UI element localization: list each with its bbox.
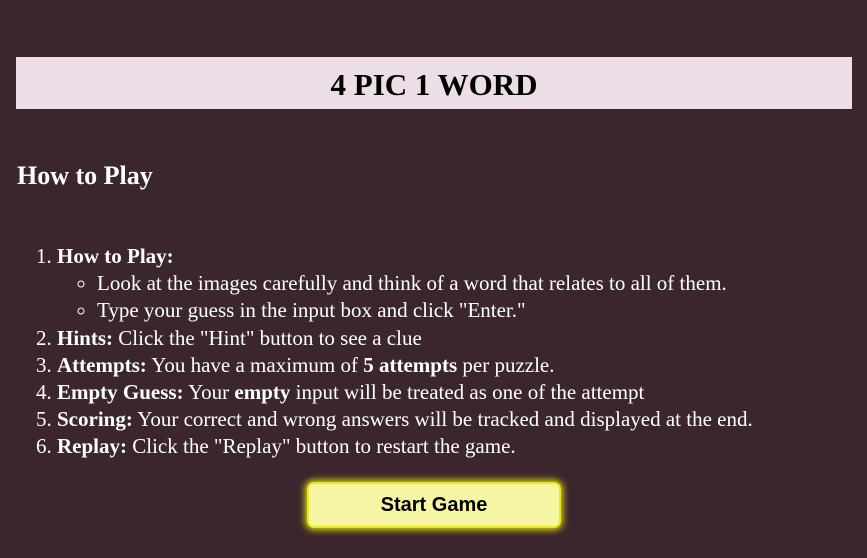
rule-subitem: Look at the images carefully and think o…	[97, 270, 753, 297]
rule-item-empty-guess: Empty Guess: Your empty input will be tr…	[57, 379, 753, 406]
rule-text: Your	[183, 380, 235, 405]
rule-item-attempts: Attempts: You have a maximum of 5 attemp…	[57, 352, 753, 379]
rule-item-how-to-play: How to Play: Look at the images carefull…	[57, 243, 753, 325]
rule-text: You have a maximum of	[146, 352, 364, 377]
rule-item-scoring: Scoring: Your correct and wrong answers …	[57, 406, 753, 433]
rule-text: Your correct and wrong answers will be t…	[132, 407, 753, 432]
rule-label: Replay:	[57, 434, 127, 459]
rule-label: Scoring:	[57, 407, 133, 432]
rule-subitem: Type your guess in the input box and cli…	[97, 297, 753, 324]
title-bar: 4 PIC 1 WORD	[16, 57, 852, 109]
rule-item-hints: Hints: Click the "Hint" button to see a …	[57, 325, 753, 352]
rule-emphasis: 5 attempts	[363, 352, 458, 377]
how-to-play-heading: How to Play	[17, 161, 153, 190]
rule-label: Hints:	[57, 325, 114, 350]
rule-text: input will be treated as one of the atte…	[290, 380, 645, 405]
rule-text: Click the "Hint" button to see a clue	[113, 325, 422, 350]
rule-label: Empty Guess:	[57, 380, 184, 405]
rules-list: How to Play: Look at the images carefull…	[0, 243, 753, 461]
page-title: 4 PIC 1 WORD	[330, 66, 538, 102]
rule-emphasis: empty	[234, 380, 291, 405]
rule-sublist: Look at the images carefully and think o…	[57, 270, 753, 324]
start-game-button[interactable]: Start Game	[307, 482, 561, 528]
rule-item-replay: Replay: Click the "Replay" button to res…	[57, 433, 753, 460]
rule-label: How to Play:	[57, 244, 174, 268]
rule-text: Click the "Replay" button to restart the…	[127, 434, 516, 459]
rule-label: Attempts:	[57, 352, 147, 377]
rule-text: per puzzle.	[457, 352, 555, 377]
